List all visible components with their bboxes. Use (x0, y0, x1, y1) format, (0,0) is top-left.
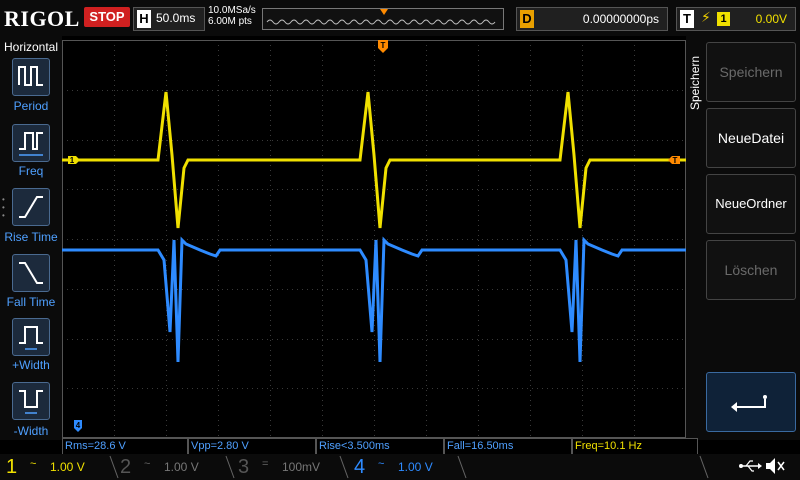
freq-button[interactable] (12, 124, 50, 162)
waveform-display[interactable]: T 1 T 4 (62, 40, 686, 438)
return-arrow-icon (731, 395, 767, 412)
measurement-fall[interactable]: Fall=16.50ms (444, 438, 572, 454)
ch1-offset-label: 1 (70, 156, 75, 165)
back-button[interactable] (706, 372, 796, 432)
trigger-position-letter: T (381, 41, 386, 50)
pos-width-label: +Width (12, 358, 50, 372)
run-stop-status[interactable]: STOP (84, 7, 130, 27)
fall-time-button[interactable] (12, 254, 50, 292)
neg-width-button[interactable] (12, 382, 50, 420)
fall-time-icon (19, 262, 43, 284)
memory-depth: 6.00M pts (208, 16, 252, 27)
trigger-readout[interactable]: T ⚡ 1 0.00V (676, 7, 796, 31)
pos-width-button[interactable] (12, 318, 50, 356)
rise-time-label: Rise Time (4, 230, 58, 244)
neg-width-icon (19, 390, 43, 414)
timebase-value: 50.0ms (156, 11, 196, 25)
trigger-position-icon (380, 9, 388, 15)
pos-width-icon (19, 326, 43, 350)
trigger-level: 0.00V (755, 12, 787, 26)
brand-logo: RIGOL (4, 6, 80, 31)
rising-edge-icon: ⚡ (701, 9, 711, 25)
ch4-offset-label: 4 (76, 421, 81, 430)
channel-tab-separators (109, 455, 709, 479)
delay-key-label: D (520, 10, 534, 28)
speaker-muted-icon[interactable] (764, 456, 786, 476)
freq-icon (19, 132, 43, 156)
delay-value: 0.00000000ps (582, 12, 659, 26)
fall-time-label: Fall Time (6, 295, 56, 309)
menu-page-indicator: • • • (2, 195, 5, 220)
trigger-source: 1 (717, 12, 730, 26)
measurement-freq[interactable]: Freq=10.1 Hz (572, 438, 698, 454)
acquisition-info: 10.0MSa/s 6.00M pts (208, 5, 256, 27)
measurement-rise[interactable]: Rise<3.500ms (316, 438, 444, 454)
measurement-rms[interactable]: Rms=28.6 V (62, 438, 188, 454)
waveform-memory-overview (262, 8, 504, 30)
sample-rate: 10.0MSa/s (208, 5, 256, 16)
rise-time-button[interactable] (12, 188, 50, 226)
memory-overview-graphic (266, 9, 496, 25)
new-file-button[interactable]: NeueDatei (706, 108, 796, 168)
period-label: Period (13, 99, 49, 113)
save-menu-title-text: Speichern (688, 55, 702, 110)
save-button[interactable]: Speichern (706, 42, 796, 102)
measurement-vpp[interactable]: Vpp=2.80 V (188, 438, 316, 454)
delay-readout[interactable]: D 0.00000000ps (516, 7, 668, 31)
delete-button[interactable]: Löschen (706, 240, 796, 300)
period-button[interactable] (12, 58, 50, 96)
measure-menu-title: Horizontal (4, 40, 59, 54)
trigger-level-label: T (673, 156, 678, 165)
new-folder-button[interactable]: NeueOrdner (706, 174, 796, 234)
horizontal-key-label: H (137, 10, 151, 28)
trigger-key-label: T (680, 10, 694, 28)
usb-icon (739, 460, 762, 472)
freq-label: Freq (18, 164, 44, 178)
save-menu-title: Speichern (686, 40, 704, 120)
horizontal-timebase[interactable]: H 50.0ms (133, 7, 205, 31)
neg-width-label: -Width (13, 424, 49, 438)
period-icon (18, 66, 43, 86)
rise-time-icon (19, 196, 43, 218)
